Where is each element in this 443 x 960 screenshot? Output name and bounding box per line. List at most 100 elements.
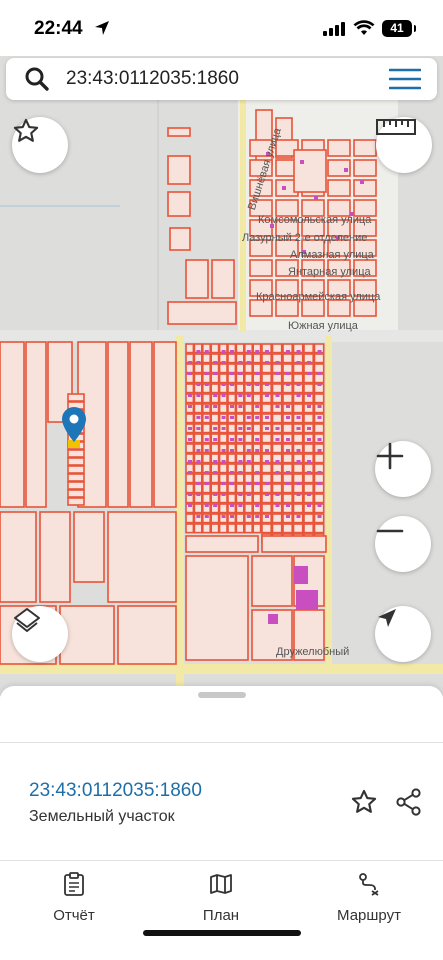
street-label: Красноармейская улица — [256, 291, 381, 303]
building — [230, 515, 234, 518]
locate-button[interactable] — [375, 606, 431, 662]
building — [246, 416, 251, 419]
divider — [0, 860, 443, 861]
building — [317, 471, 322, 474]
building — [286, 405, 290, 408]
parcel — [67, 489, 85, 498]
parcel — [271, 443, 283, 454]
cadastral-number-link[interactable]: 23:43:0112035:1860 — [29, 780, 202, 802]
map-view[interactable]: Вишнёвая улица Комсомольская улица Лазур… — [0, 56, 443, 696]
building — [230, 416, 234, 419]
parcel — [292, 503, 304, 514]
parcel — [282, 363, 293, 374]
building — [275, 471, 280, 474]
star-icon — [13, 118, 39, 142]
parcel — [167, 127, 191, 137]
bottom-sheet[interactable]: 23:43:0112035:1860 Земельный участок Отч… — [0, 686, 443, 960]
parcel — [185, 513, 195, 524]
parcel — [227, 363, 237, 374]
parcel — [292, 463, 304, 474]
building — [275, 438, 280, 441]
cellular-signal-icon — [323, 22, 345, 36]
building — [196, 394, 201, 397]
layers-button[interactable] — [12, 606, 68, 662]
building — [213, 361, 218, 364]
building — [255, 350, 260, 353]
building — [255, 372, 260, 375]
building — [196, 383, 201, 386]
building — [230, 482, 234, 485]
parcel — [271, 343, 283, 354]
menu-icon[interactable] — [389, 68, 421, 90]
parcel — [167, 191, 191, 217]
building — [265, 427, 269, 430]
parcel — [271, 413, 283, 424]
building — [221, 515, 226, 518]
search-input[interactable]: 23:43:0112035:1860 — [66, 68, 239, 90]
zoom-in-button[interactable] — [375, 441, 431, 497]
location-arrow-icon — [95, 21, 109, 35]
building — [188, 394, 192, 397]
parcel — [271, 373, 283, 384]
parcel — [235, 363, 245, 374]
share-icon[interactable] — [395, 788, 423, 816]
building — [286, 383, 290, 386]
building — [221, 394, 226, 397]
zoom-out-button[interactable] — [375, 516, 431, 572]
building — [300, 160, 304, 164]
parcel — [210, 523, 220, 534]
building — [221, 427, 226, 430]
building — [246, 460, 251, 463]
tab-report[interactable]: Отчёт — [24, 872, 124, 924]
parcel — [227, 523, 237, 534]
status-time: 22:44 — [34, 18, 83, 39]
parcel — [353, 139, 377, 157]
ruler-button[interactable] — [376, 117, 432, 173]
tab-plan[interactable]: План — [171, 872, 271, 924]
building — [317, 383, 322, 386]
parcel — [303, 473, 314, 484]
building — [307, 471, 311, 474]
parcel — [244, 433, 254, 444]
parcel — [59, 605, 115, 665]
building — [265, 449, 269, 452]
parcel — [252, 373, 262, 384]
parcel — [313, 493, 325, 504]
building — [196, 361, 201, 364]
sheet-grabber[interactable] — [198, 692, 246, 698]
building — [265, 383, 269, 386]
building — [221, 361, 226, 364]
parcel — [244, 483, 254, 494]
status-bar: 22:44 41 — [0, 0, 443, 56]
building — [213, 427, 218, 430]
parcel — [193, 403, 203, 414]
building — [213, 394, 218, 397]
parcel — [282, 483, 293, 494]
search-bar[interactable]: 23:43:0112035:1860 — [6, 58, 437, 100]
building — [221, 460, 226, 463]
tab-route[interactable]: Маршрут — [319, 872, 419, 924]
parcel — [202, 363, 212, 374]
parcel — [313, 373, 325, 384]
building — [317, 350, 322, 353]
parcel — [244, 473, 254, 484]
parcel — [261, 373, 272, 384]
map-pin-icon[interactable] — [61, 406, 87, 448]
building — [275, 394, 280, 397]
building — [317, 515, 322, 518]
star-icon[interactable] — [350, 788, 378, 816]
building — [221, 350, 226, 353]
favorite-button[interactable] — [12, 117, 68, 173]
building — [238, 405, 243, 408]
building — [265, 482, 269, 485]
plus-icon — [376, 442, 404, 470]
building — [265, 350, 269, 353]
map-icon — [210, 874, 232, 894]
building — [238, 471, 243, 474]
parcel — [210, 383, 220, 394]
parcel — [193, 473, 203, 484]
building — [296, 493, 301, 496]
parcel — [313, 473, 325, 484]
building — [317, 482, 322, 485]
search-icon[interactable] — [24, 66, 50, 92]
